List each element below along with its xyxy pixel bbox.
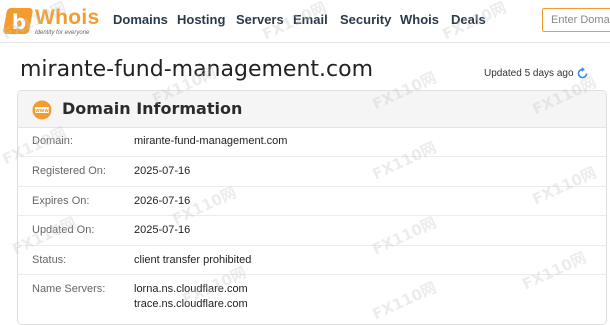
- nav-servers[interactable]: Servers: [236, 12, 284, 27]
- row-label: Registered On:: [32, 165, 106, 177]
- row-value: 2025-07-16: [134, 224, 191, 236]
- card-header: www Domain Information: [18, 91, 606, 128]
- info-row-updated: Updated On: 2025-07-16: [18, 216, 606, 246]
- info-row-nameservers: Name Servers: lorna.ns.cloudflare.com tr…: [18, 275, 606, 320]
- nav-deals[interactable]: Deals: [451, 12, 486, 27]
- nameserver-1: lorna.ns.cloudflare.com: [134, 283, 248, 295]
- nav-whois[interactable]: Whois: [400, 12, 439, 27]
- info-row-expires: Expires On: 2026-07-16: [18, 187, 606, 216]
- nameserver-2: trace.ns.cloudflare.com: [134, 298, 248, 310]
- info-row-registered: Registered On: 2025-07-16: [18, 157, 606, 187]
- nav-domains[interactable]: Domains: [113, 12, 168, 27]
- logo-tagline: Identity for everyone: [35, 30, 90, 36]
- info-row-domain: Domain: mirante-fund-management.com: [18, 128, 606, 157]
- row-label: Name Servers:: [32, 283, 106, 295]
- site-header: b Whois Identity for everyone Domains Ho…: [0, 0, 610, 43]
- card-title: Domain Information: [62, 99, 243, 118]
- nav-security[interactable]: Security: [340, 12, 391, 27]
- logo-mark: b: [2, 8, 34, 34]
- domain-search-input[interactable]: Enter Domain: [542, 8, 610, 32]
- row-value: client transfer prohibited: [134, 254, 252, 266]
- nav-email[interactable]: Email: [293, 12, 328, 27]
- updated-label: Updated 5 days ago: [484, 68, 574, 79]
- row-value: mirante-fund-management.com: [134, 135, 288, 147]
- page-title: mirante-fund-management.com: [20, 57, 373, 82]
- row-label: Domain:: [32, 135, 73, 147]
- row-value: 2026-07-16: [134, 195, 191, 207]
- nav-hosting[interactable]: Hosting: [177, 12, 225, 27]
- domain-info-card: www Domain Information Domain: mirante-f…: [17, 90, 607, 325]
- row-label: Updated On:: [32, 224, 95, 236]
- www-icon: www: [32, 100, 52, 120]
- svg-text:www: www: [35, 108, 49, 114]
- row-label: Status:: [32, 254, 67, 266]
- row-value: 2025-07-16: [134, 165, 191, 177]
- row-label: Expires On:: [32, 195, 90, 207]
- refresh-icon[interactable]: [576, 67, 589, 80]
- info-row-status: Status: client transfer prohibited: [18, 246, 606, 275]
- logo-word: Whois: [35, 6, 100, 29]
- whois-logo[interactable]: b Whois Identity for everyone: [2, 5, 100, 36]
